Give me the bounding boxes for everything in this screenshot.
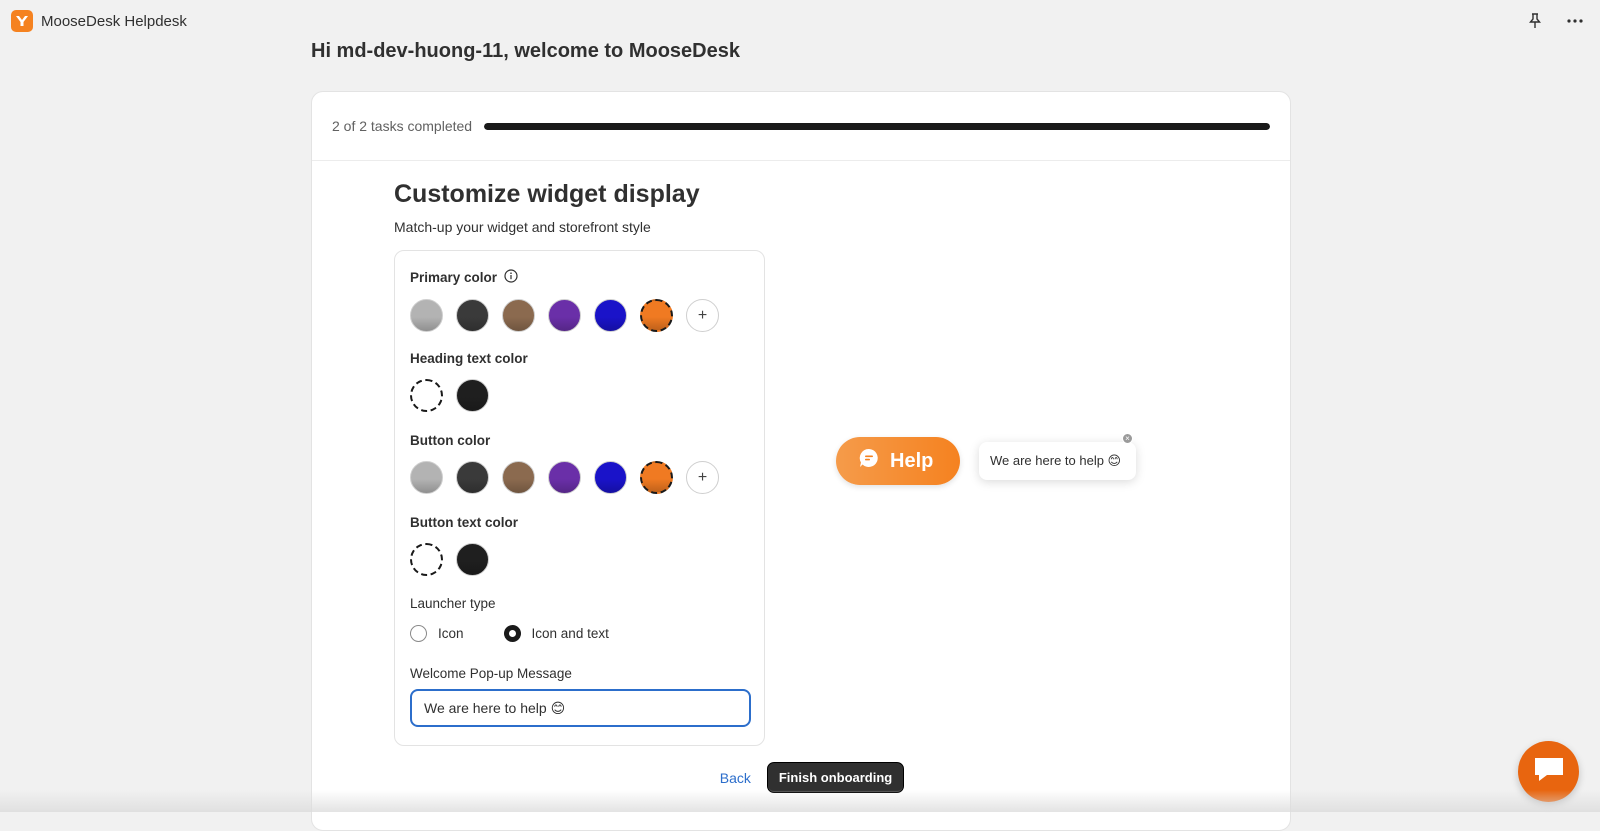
color-swatch[interactable] xyxy=(456,299,489,332)
welcome-message-input[interactable]: We are here to help 😊 xyxy=(410,689,751,727)
radio-button[interactable] xyxy=(410,625,427,642)
color-swatch[interactable] xyxy=(594,461,627,494)
color-swatch[interactable] xyxy=(410,299,443,332)
button-color-swatches: + xyxy=(410,461,719,494)
finish-onboarding-button[interactable]: Finish onboarding xyxy=(766,762,905,793)
radio-button[interactable] xyxy=(503,625,521,642)
button-text-color-label: Button text color xyxy=(410,515,518,530)
color-swatch[interactable] xyxy=(456,461,489,494)
progress-bar-fill xyxy=(484,122,1270,130)
heading-text-color-group: Heading text color xyxy=(410,351,528,412)
color-swatch[interactable] xyxy=(410,461,443,494)
more-options-icon[interactable] xyxy=(1564,10,1586,32)
color-swatch[interactable] xyxy=(548,461,581,494)
color-swatch[interactable] xyxy=(502,299,535,332)
preview-launcher-button: Help xyxy=(836,437,960,485)
step-subtitle: Match-up your widget and storefront styl… xyxy=(394,219,651,235)
launcher-type-option-icon-and-text[interactable]: Icon and text xyxy=(503,625,609,642)
heading-text-color-swatches xyxy=(410,379,528,412)
button-text-color-group: Button text color xyxy=(410,515,518,576)
launcher-type-label: Launcher type xyxy=(410,596,496,611)
preview-bubble-text: We are here to help 😊 xyxy=(990,453,1122,468)
step-title: Customize widget display xyxy=(394,180,700,208)
welcome-message-group: Welcome Pop-up Message We are here to he… xyxy=(410,666,751,727)
moosedesk-logo-icon xyxy=(11,10,33,32)
add-color-button[interactable]: + xyxy=(686,461,719,494)
launcher-type-radios: Icon Icon and text xyxy=(410,625,609,642)
page-title: Hi md-dev-huong-11, welcome to MooseDesk xyxy=(311,40,740,62)
chat-bubble-icon xyxy=(858,447,880,475)
primary-color-group: Primary color + xyxy=(410,269,719,332)
launcher-type-option-icon[interactable]: Icon xyxy=(410,625,464,642)
primary-color-label: Primary color xyxy=(410,270,498,285)
chat-icon xyxy=(1533,755,1565,788)
app-topbar: MooseDesk Helpdesk xyxy=(0,0,1600,42)
progress-section: 2 of 2 tasks completed xyxy=(312,92,1290,161)
color-swatch[interactable] xyxy=(456,543,489,576)
button-color-label: Button color xyxy=(410,433,491,448)
button-color-group: Button color + xyxy=(410,433,719,494)
preview-launcher-text: Help xyxy=(890,449,934,472)
primary-color-label-row: Primary color xyxy=(410,269,719,286)
button-text-color-swatches xyxy=(410,543,518,576)
back-button[interactable]: Back xyxy=(720,770,751,786)
widget-settings-panel: Primary color + Heading text color Butto… xyxy=(394,250,765,746)
launcher-type-option-label: Icon and text xyxy=(531,626,609,641)
color-swatch[interactable] xyxy=(502,461,535,494)
color-swatch[interactable] xyxy=(640,461,673,494)
heading-text-color-label: Heading text color xyxy=(410,351,528,366)
launcher-type-option-label: Icon xyxy=(438,626,464,641)
pin-icon[interactable] xyxy=(1524,10,1546,32)
preview-welcome-bubble: We are here to help 😊 × xyxy=(979,433,1136,480)
primary-color-swatches: + xyxy=(410,299,719,332)
color-swatch[interactable] xyxy=(594,299,627,332)
add-color-button[interactable]: + xyxy=(686,299,719,332)
onboarding-card: 2 of 2 tasks completed Customize widget … xyxy=(311,91,1291,831)
launcher-type-group: Launcher type Icon Icon and text xyxy=(410,596,609,642)
progress-bar xyxy=(484,122,1270,130)
bottom-shadow xyxy=(0,790,1600,812)
close-icon: × xyxy=(1122,433,1133,444)
color-swatch[interactable] xyxy=(548,299,581,332)
color-swatch[interactable] xyxy=(640,299,673,332)
color-swatch[interactable] xyxy=(410,379,443,412)
welcome-message-label: Welcome Pop-up Message xyxy=(410,666,572,681)
step-actions: Back Finish onboarding xyxy=(312,762,1292,793)
app-title: MooseDesk Helpdesk xyxy=(41,12,187,30)
progress-label: 2 of 2 tasks completed xyxy=(332,118,473,134)
color-swatch[interactable] xyxy=(456,379,489,412)
color-swatch[interactable] xyxy=(410,543,443,576)
info-icon[interactable] xyxy=(504,269,518,286)
